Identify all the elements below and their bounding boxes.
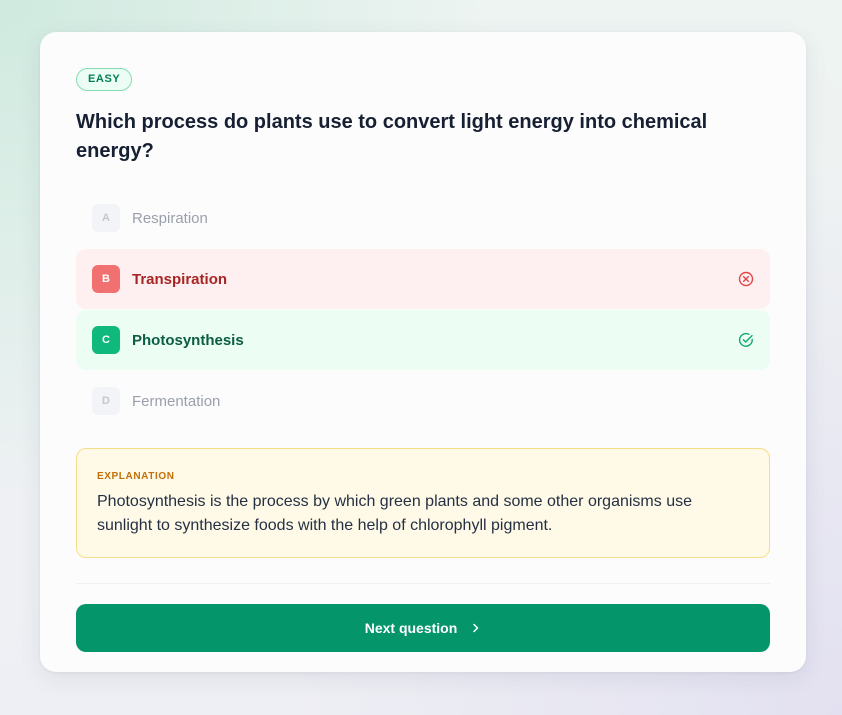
- option-letter: C: [92, 326, 120, 354]
- x-circle-icon: [738, 271, 754, 287]
- next-question-button[interactable]: Next question: [76, 604, 770, 652]
- check-circle-icon: [738, 332, 753, 347]
- option-label: Transpiration: [132, 270, 228, 288]
- option-label: Fermentation: [132, 392, 221, 410]
- question-text: Which process do plants use to convert l…: [76, 111, 708, 162]
- option-label: Respiration: [132, 209, 208, 227]
- option-label: Photosynthesis: [132, 331, 244, 349]
- option-d[interactable]: D Fermentation: [76, 371, 770, 431]
- option-c[interactable]: C Photosynthesis: [76, 310, 770, 370]
- explanation-title: EXPLANATION: [97, 471, 175, 482]
- option-letter: B: [92, 265, 120, 293]
- option-letter: A: [92, 204, 120, 232]
- quiz-card: EASY Which process do plants use to conv…: [40, 32, 806, 672]
- option-a[interactable]: A Respiration: [76, 188, 770, 248]
- difficulty-badge: EASY: [76, 68, 133, 91]
- explanation-text: Photosynthesis is the process by which g…: [97, 493, 692, 534]
- next-question-label: Next question: [364, 620, 458, 636]
- chevron-right-icon: [473, 623, 479, 633]
- divider: [76, 583, 770, 584]
- explanation-box: EXPLANATION Photosynthesis is the proces…: [76, 448, 770, 558]
- option-b[interactable]: B Transpiration: [76, 249, 770, 309]
- option-letter: D: [92, 387, 120, 415]
